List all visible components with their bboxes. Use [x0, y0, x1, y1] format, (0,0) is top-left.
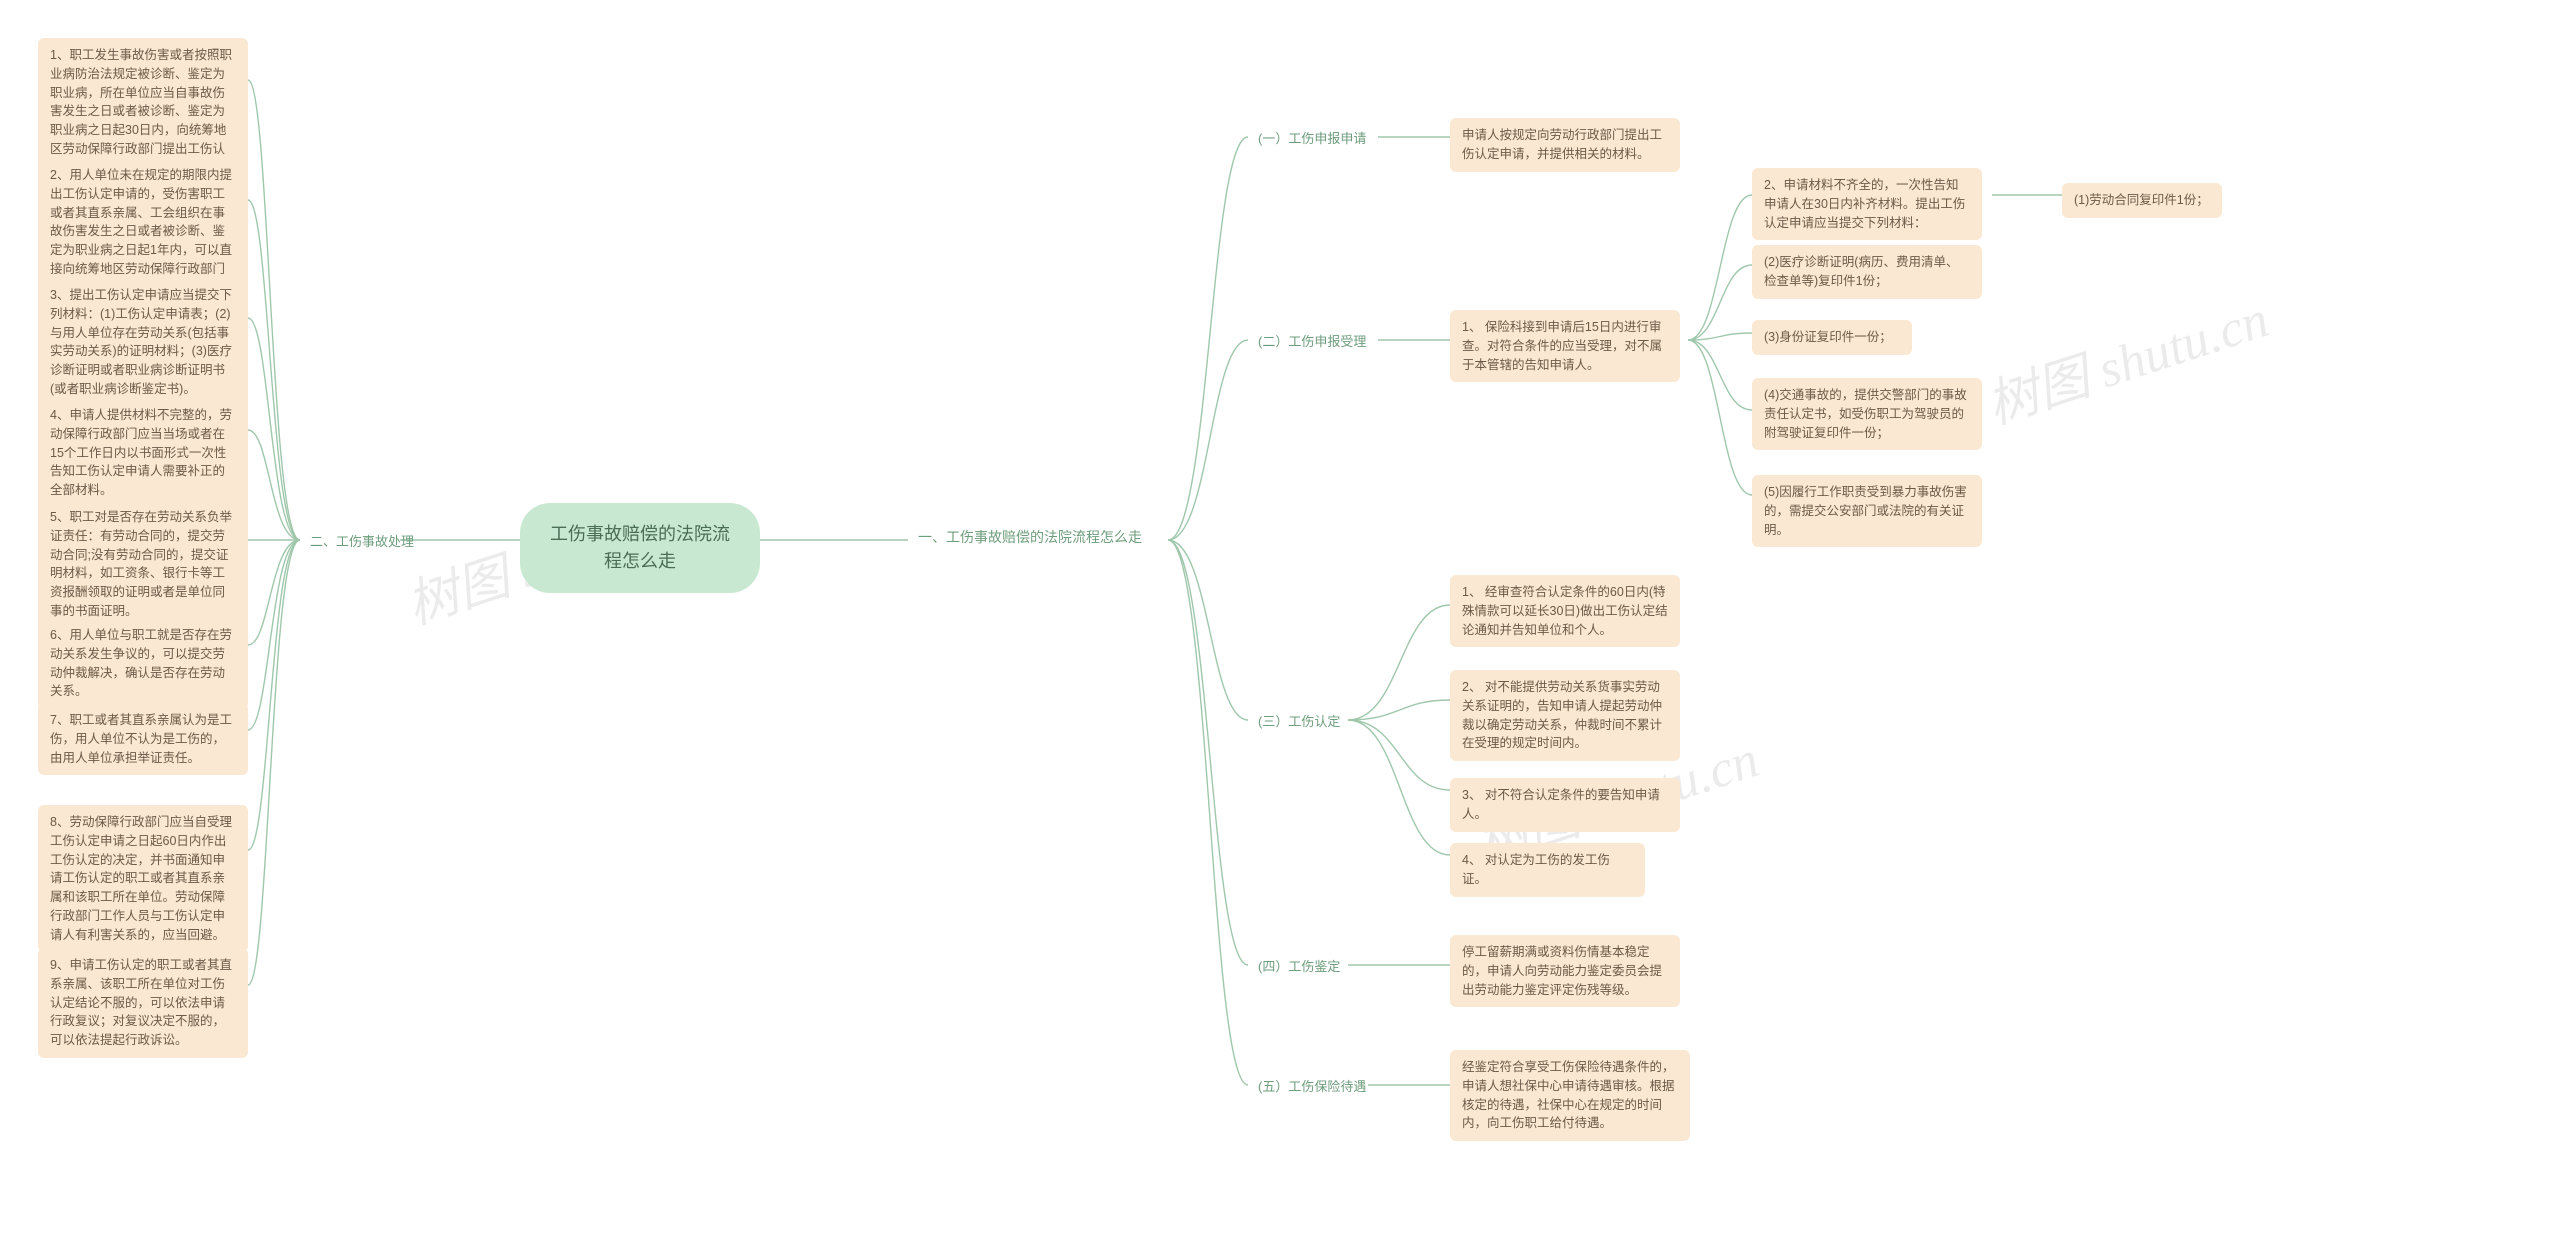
left-item-5: 5、职工对是否存在劳动关系负举证责任：有劳动合同的，提交劳动合同;没有劳动合同的…	[38, 500, 248, 629]
section-3-c: 3、 对不符合认定条件的要告知申请人。	[1450, 778, 1680, 832]
left-item-3: 3、提出工伤认定申请应当提交下列材料：(1)工伤认定申请表；(2)与用人单位存在…	[38, 278, 248, 407]
section-5-leaf: 经鉴定符合享受工伤保险待遇条件的，申请人想社保中心申请待遇审核。根据核定的待遇，…	[1450, 1050, 1690, 1141]
section-2-leaf1: 1、 保险科接到申请后15日内进行审查。对符合条件的应当受理，对不属于本管辖的告…	[1450, 310, 1680, 382]
section-4-leaf: 停工留薪期满或资料伤情基本稳定的，申请人向劳动能力鉴定委员会提出劳动能力鉴定评定…	[1450, 935, 1680, 1007]
section-3-b: 2、 对不能提供劳动关系货事实劳动关系证明的，告知申请人提起劳动仲裁以确定劳动关…	[1450, 670, 1680, 761]
left-item-4: 4、申请人提供材料不完整的，劳动保障行政部门应当当场或者在15个工作日内以书面形…	[38, 398, 248, 508]
root-node[interactable]: 工伤事故赔偿的法院流程怎么走	[520, 503, 760, 593]
section-1-title[interactable]: (一）工伤申报申请	[1248, 125, 1376, 153]
section-2-sub-d: (4)交通事故的，提供交警部门的事故责任认定书，如受伤职工为驾驶员的附驾驶证复印…	[1752, 378, 1982, 450]
section-3-title[interactable]: (三）工伤认定	[1248, 708, 1350, 736]
branch-right-main[interactable]: 一、工伤事故赔偿的法院流程怎么走	[908, 523, 1168, 552]
section-2-sub-e: (5)因履行工作职责受到暴力事故伤害的，需提交公安部门或法院的有关证明。	[1752, 475, 1982, 547]
section-3-d: 4、 对认定为工伤的发工伤证。	[1450, 843, 1645, 897]
section-4-title[interactable]: (四）工伤鉴定	[1248, 953, 1350, 981]
section-2-sub-c: (3)身份证复印件一份；	[1752, 320, 1912, 355]
section-5-title[interactable]: (五）工伤保险待遇	[1248, 1073, 1376, 1101]
section-2-title[interactable]: (二）工伤申报受理	[1248, 328, 1376, 356]
section-1-leaf: 申请人按规定向劳动行政部门提出工伤认定申请，并提供相关的材料。	[1450, 118, 1680, 172]
watermark: 树图 shutu.cn	[1976, 277, 2277, 438]
section-2-sub-b: (2)医疗诊断证明(病历、费用清单、检查单等)复印件1份；	[1752, 245, 1982, 299]
left-item-7: 7、职工或者其直系亲属认为是工伤，用人单位不认为是工伤的，由用人单位承担举证责任…	[38, 703, 248, 775]
section-3-a: 1、 经审查符合认定条件的60日内(特殊情款可以延长30日)做出工伤认定结论通知…	[1450, 575, 1680, 647]
branch-left-main[interactable]: 二、工伤事故处理	[300, 528, 424, 556]
section-2-sub-a: (1)劳动合同复印件1份；	[2062, 183, 2222, 218]
left-item-6: 6、用人单位与职工就是否存在劳动关系发生争议的，可以提交劳动仲裁解决，确认是否存…	[38, 618, 248, 709]
section-2-leaf2: 2、申请材料不齐全的，一次性告知申请人在30日内补齐材料。提出工伤认定申请应当提…	[1752, 168, 1982, 240]
left-item-9: 9、申请工伤认定的职工或者其直系亲属、该职工所在单位对工伤认定结论不服的，可以依…	[38, 948, 248, 1058]
left-item-8: 8、劳动保障行政部门应当自受理工伤认定申请之日起60日内作出工伤认定的决定，并书…	[38, 805, 248, 952]
